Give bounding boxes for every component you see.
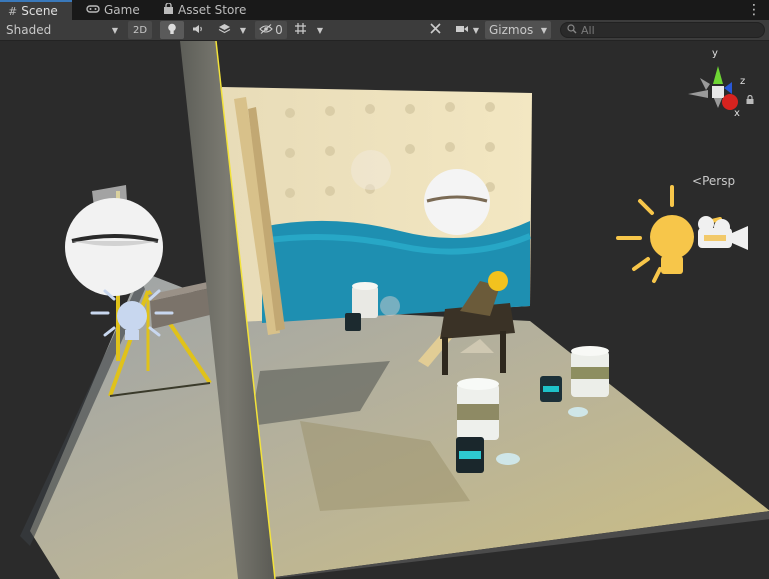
chevron-down-icon: ▼ [111, 25, 118, 35]
camera-icon [455, 23, 469, 37]
chevron-left-icon: < [692, 174, 703, 188]
bag-icon [163, 1, 174, 18]
scene-render [0, 41, 769, 579]
scene-toolbar: Shaded ▼ 2D ▼ 0 ▼ ▼ Gizmos ▼ All [0, 20, 769, 41]
mode-2d-label: 2D [132, 24, 148, 36]
z-axis-label: z [740, 76, 746, 87]
lightbulb-icon [167, 23, 177, 38]
gizmos-label: Gizmos [489, 23, 534, 37]
grid-icon [294, 22, 307, 38]
audio-toggle[interactable] [186, 21, 210, 39]
scene-search-input[interactable]: All [560, 22, 765, 38]
layers-icon [218, 23, 231, 38]
chevron-down-icon: ▼ [316, 25, 324, 35]
scene-visibility-toggle[interactable]: 0 [255, 21, 287, 39]
neg-z-axis-cone[interactable] [700, 78, 710, 90]
grid-icon: # [8, 4, 18, 18]
tab-scene[interactable]: # Scene [0, 0, 72, 20]
more-options-icon[interactable]: ⋮ [747, 2, 761, 18]
camera-settings-button[interactable] [452, 21, 472, 39]
projection-toggle[interactable]: <Persp [692, 174, 735, 188]
shading-mode-dropdown[interactable]: Shaded ▼ [2, 21, 122, 39]
y-axis-label: y [712, 48, 718, 59]
lock-icon[interactable] [746, 93, 754, 104]
x-axis-label: x [734, 108, 740, 119]
grid-menu-dropdown[interactable]: ▼ [313, 21, 327, 39]
search-placeholder: All [581, 23, 595, 37]
mode-2d-button[interactable]: 2D [128, 21, 152, 39]
tools-icon [429, 22, 442, 38]
effects-toggle[interactable] [212, 21, 236, 39]
center-cube[interactable] [712, 86, 724, 98]
shading-mode-label: Shaded [6, 23, 52, 37]
editor-tab-bar: # Scene Game Asset Store ⋮ [0, 0, 769, 21]
camera-menu-dropdown[interactable]: ▼ [470, 21, 482, 39]
chevron-down-icon: ▼ [239, 25, 247, 35]
grid-visibility-toggle[interactable] [290, 21, 310, 39]
orientation-gizmo[interactable]: y z x [680, 46, 750, 126]
eye-slash-icon [259, 23, 273, 37]
hidden-count: 0 [275, 23, 283, 37]
effects-menu-dropdown[interactable]: ▼ [236, 21, 250, 39]
tab-game[interactable]: Game [78, 0, 146, 20]
neg-x-axis-cone[interactable] [688, 90, 708, 98]
tab-asset-store[interactable]: Asset Store [155, 0, 255, 20]
tab-label: Scene [21, 4, 58, 18]
gamepad-icon [86, 4, 100, 17]
projection-label: Persp [702, 174, 736, 188]
y-axis-cone[interactable] [713, 66, 723, 84]
tools-button[interactable] [424, 21, 446, 39]
chevron-down-icon: ▼ [540, 25, 547, 35]
chevron-down-icon: ▼ [472, 25, 480, 35]
lighting-toggle[interactable] [160, 21, 184, 39]
z-axis-cone[interactable] [724, 82, 732, 94]
speaker-icon [192, 23, 204, 37]
scene-viewport[interactable]: y z x <Persp [0, 41, 769, 579]
search-icon [567, 23, 577, 37]
gizmos-dropdown[interactable]: Gizmos ▼ [485, 21, 551, 39]
tab-label: Game [104, 3, 140, 17]
tab-label: Asset Store [178, 3, 247, 17]
